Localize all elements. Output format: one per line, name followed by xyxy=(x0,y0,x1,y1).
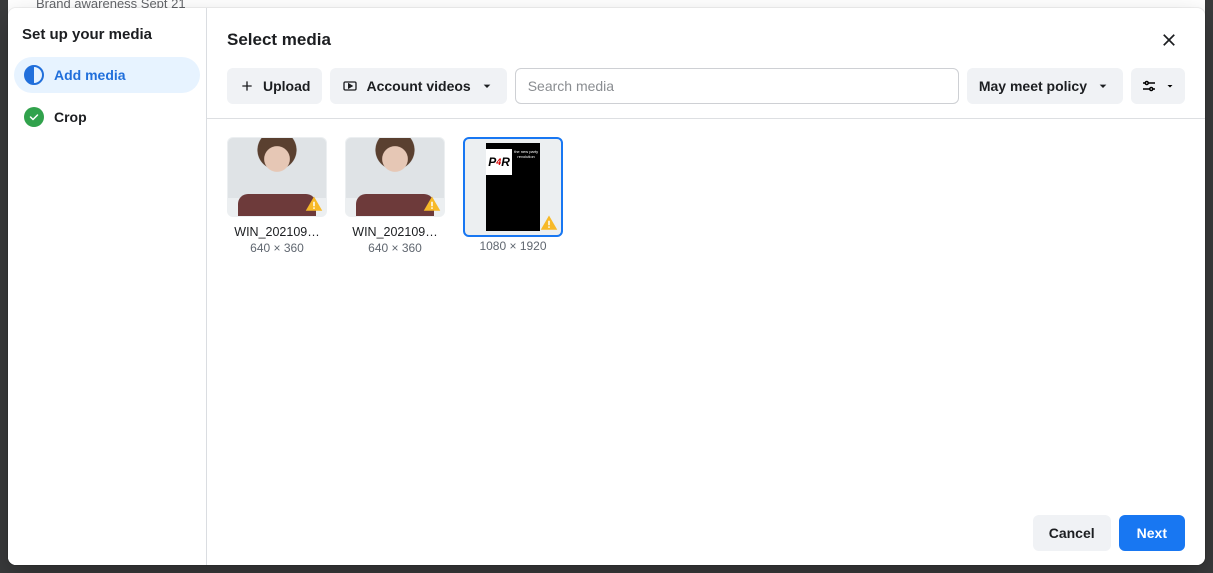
caret-down-icon xyxy=(479,78,495,94)
plus-icon xyxy=(239,78,255,94)
step-crop[interactable]: Crop xyxy=(14,99,200,135)
next-button[interactable]: Next xyxy=(1119,515,1185,551)
modal-footer: Cancel Next xyxy=(207,500,1205,565)
policy-filter-label: May meet policy xyxy=(979,78,1087,94)
sliders-icon xyxy=(1140,77,1158,95)
modal-header: Select media xyxy=(207,8,1205,68)
account-videos-label: Account videos xyxy=(366,78,470,94)
media-dimensions: 1080 × 1920 xyxy=(479,239,546,253)
toolbar: Upload Account videos May meet policy xyxy=(207,68,1205,119)
modal-title: Select media xyxy=(227,30,331,50)
policy-filter-dropdown[interactable]: May meet policy xyxy=(967,68,1123,104)
caret-down-icon xyxy=(1095,78,1111,94)
media-dimensions: 640 × 360 xyxy=(368,241,422,255)
sidebar: Set up your media Add media Crop xyxy=(8,8,207,565)
select-media-modal: Set up your media Add media Crop Select … xyxy=(8,8,1205,565)
step-add-media[interactable]: Add media xyxy=(14,57,200,93)
warning-icon xyxy=(540,214,558,232)
cancel-button[interactable]: Cancel xyxy=(1033,515,1111,551)
media-filename: WIN_202109… xyxy=(234,225,319,239)
warning-icon xyxy=(423,195,441,213)
upload-label: Upload xyxy=(263,78,310,94)
main-panel: Select media Upload Account videos xyxy=(207,8,1205,565)
warning-icon xyxy=(305,195,323,213)
close-button[interactable] xyxy=(1153,24,1185,56)
close-icon xyxy=(1160,31,1178,49)
media-gallery: WIN_202109… 640 × 360 WIN_202109… 640 × … xyxy=(207,119,1205,500)
media-filename: WIN_202109… xyxy=(352,225,437,239)
search-input[interactable] xyxy=(515,68,959,104)
check-circle-icon xyxy=(24,107,44,127)
media-thumbnail: P4R the new party revolution xyxy=(463,137,563,237)
media-thumbnail xyxy=(227,137,327,217)
step-label: Crop xyxy=(54,109,87,125)
p4r-logo: P4R xyxy=(486,149,512,175)
half-circle-icon xyxy=(24,65,44,85)
media-item[interactable]: WIN_202109… 640 × 360 xyxy=(227,137,327,255)
media-item[interactable]: P4R the new party revolution 1080 × 1920 xyxy=(463,137,563,253)
upload-button[interactable]: Upload xyxy=(227,68,322,104)
step-label: Add media xyxy=(54,67,126,83)
account-videos-dropdown[interactable]: Account videos xyxy=(330,68,506,104)
step-list: Add media Crop xyxy=(8,53,206,139)
media-item[interactable]: WIN_202109… 640 × 360 xyxy=(345,137,445,255)
sidebar-title: Set up your media xyxy=(8,8,206,53)
media-thumbnail xyxy=(345,137,445,217)
caret-down-icon xyxy=(1164,80,1176,92)
sort-options-button[interactable] xyxy=(1131,68,1185,104)
video-icon xyxy=(342,78,358,94)
media-dimensions: 640 × 360 xyxy=(250,241,304,255)
